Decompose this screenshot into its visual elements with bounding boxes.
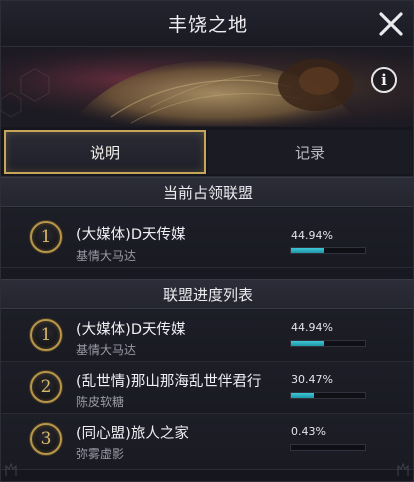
close-icon bbox=[379, 12, 403, 36]
progress-bar-fill bbox=[291, 393, 314, 398]
rank-badge: 1 bbox=[30, 319, 62, 351]
rank-number: 2 bbox=[40, 377, 52, 397]
alliance-row: 1 (大媒体)D天传媒 基情大马达 44.94% bbox=[1, 310, 413, 362]
rank-number: 1 bbox=[40, 227, 52, 247]
leader-name: 陈皮软糖 bbox=[76, 395, 125, 409]
info-button[interactable]: i bbox=[371, 67, 397, 93]
title-bar: 丰饶之地 bbox=[1, 1, 413, 47]
alliance-progress-header: 联盟进度列表 bbox=[1, 279, 413, 309]
progress-percent: 44.94% bbox=[291, 229, 333, 242]
rank-number: 3 bbox=[40, 429, 52, 449]
corner-ornament-icon bbox=[397, 463, 409, 476]
progress-percent: 0.43% bbox=[291, 425, 326, 438]
leader-name: 基情大马达 bbox=[76, 343, 137, 357]
info-icon: i bbox=[381, 71, 387, 89]
rank-badge: 2 bbox=[30, 371, 62, 403]
progress-percent: 44.94% bbox=[291, 321, 333, 334]
current-occupier-header: 当前占领联盟 bbox=[1, 177, 413, 207]
progress-bar-fill bbox=[291, 341, 325, 346]
territory-banner-image: i bbox=[1, 47, 413, 127]
alliance-name: (大媒体)D天传媒 bbox=[76, 322, 186, 338]
alliance-name: (同心盟)旅人之家 bbox=[76, 426, 189, 442]
rank-number: 1 bbox=[40, 325, 52, 345]
corner-ornament-icon bbox=[5, 463, 17, 476]
rank-badge: 1 bbox=[30, 221, 62, 253]
tab-description[interactable]: 说明 bbox=[4, 130, 206, 174]
banner-artwork bbox=[1, 47, 413, 127]
current-occupier-row: 1 (大媒体)D天传媒 基情大马达 44.94% bbox=[1, 208, 413, 268]
rank-badge: 3 bbox=[30, 423, 62, 455]
alliance-row: 2 (乱世情)那山那海乱世伴君行 陈皮软糖 30.47% bbox=[1, 362, 413, 414]
territory-panel: 丰饶之地 i 说明 记录 当前占领联盟 1 (大媒体)D天传媒 基情大马达 44… bbox=[0, 0, 414, 482]
alliance-name: (大媒体)D天传媒 bbox=[76, 227, 186, 243]
tab-bar: 说明 记录 bbox=[1, 127, 413, 177]
progress-bar bbox=[290, 392, 366, 399]
progress-percent: 30.47% bbox=[291, 373, 333, 386]
window-title: 丰饶之地 bbox=[167, 14, 248, 36]
leader-name: 基情大马达 bbox=[76, 249, 137, 263]
progress-bar bbox=[290, 444, 366, 451]
tab-records[interactable]: 记录 bbox=[208, 130, 412, 174]
alliance-name: (乱世情)那山那海乱世伴君行 bbox=[76, 374, 262, 390]
progress-bar bbox=[290, 247, 366, 254]
progress-bar-fill bbox=[291, 248, 325, 253]
progress-bar bbox=[290, 340, 366, 347]
close-button[interactable] bbox=[375, 8, 407, 40]
alliance-row: 3 (同心盟)旅人之家 弥雾虚影 0.43% bbox=[1, 414, 413, 470]
leader-name: 弥雾虚影 bbox=[76, 447, 125, 461]
